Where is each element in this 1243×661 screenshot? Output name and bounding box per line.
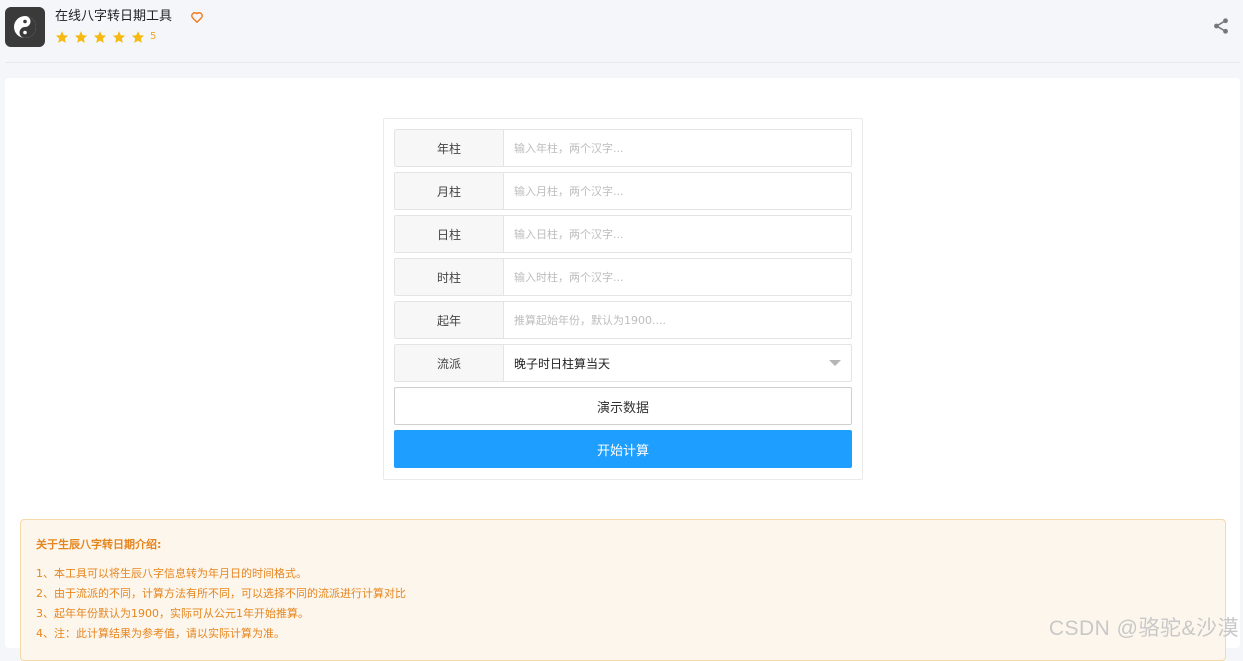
- demo-data-button[interactable]: 演示数据: [394, 387, 852, 425]
- star-icon: [112, 31, 126, 43]
- star-icon: [55, 31, 69, 43]
- year-pillar-label: 年柱: [395, 130, 504, 166]
- main-panel: 年柱 月柱 日柱 时柱 起年 流派 晚子时日柱算当天 演示数据 开始计: [5, 78, 1240, 661]
- month-pillar-input[interactable]: [504, 174, 851, 208]
- info-box: 关于生辰八字转日期介绍: 1、本工具可以将生辰八字信息转为年月日的时间格式。 2…: [20, 519, 1226, 661]
- hour-pillar-row: 时柱: [394, 258, 852, 296]
- school-row: 流派 晚子时日柱算当天: [394, 344, 852, 382]
- year-pillar-row: 年柱: [394, 129, 852, 167]
- share-icon[interactable]: [1212, 17, 1230, 35]
- info-item: 3、起年年份默认为1900，实际可从公元1年开始推算。: [36, 607, 309, 620]
- star-icon: [93, 31, 107, 43]
- info-item: 4、注：此计算结果为参考值，请以实际计算为准。: [36, 627, 285, 640]
- star-icon: [74, 31, 88, 43]
- day-pillar-input[interactable]: [504, 217, 851, 251]
- start-year-row: 起年: [394, 301, 852, 339]
- header-divider: [5, 62, 1240, 63]
- app-header: 在线八字转日期工具 5: [0, 0, 1243, 62]
- month-pillar-row: 月柱: [394, 172, 852, 210]
- bazi-form: 年柱 月柱 日柱 时柱 起年 流派 晚子时日柱算当天 演示数据 开始计: [383, 118, 863, 480]
- start-calculation-button[interactable]: 开始计算: [394, 430, 852, 468]
- school-selected-value: 晚子时日柱算当天: [514, 356, 611, 371]
- month-pillar-label: 月柱: [395, 173, 504, 209]
- start-year-input[interactable]: [504, 303, 851, 337]
- day-pillar-row: 日柱: [394, 215, 852, 253]
- day-pillar-label: 日柱: [395, 216, 504, 252]
- start-year-label: 起年: [395, 302, 504, 338]
- year-pillar-input[interactable]: [504, 131, 851, 165]
- yin-yang-icon: [14, 16, 36, 38]
- chevron-down-icon: [829, 360, 841, 366]
- info-list: 1、本工具可以将生辰八字信息转为年月日的时间格式。 2、由于流派的不同，计算方法…: [36, 564, 406, 644]
- app-logo[interactable]: [5, 7, 45, 47]
- info-item: 2、由于流派的不同，计算方法有所不同，可以选择不同的流派进行计算对比: [36, 587, 406, 600]
- info-title: 关于生辰八字转日期介绍:: [36, 538, 162, 551]
- hour-pillar-input[interactable]: [504, 260, 851, 294]
- star-icon: [131, 31, 145, 43]
- school-select[interactable]: 晚子时日柱算当天: [504, 345, 851, 381]
- info-item: 1、本工具可以将生辰八字信息转为年月日的时间格式。: [36, 567, 307, 580]
- hour-pillar-label: 时柱: [395, 259, 504, 295]
- watermark: CSDN @骆驼&沙漠: [1048, 617, 1239, 640]
- app-title: 在线八字转日期工具: [55, 9, 173, 24]
- rating-value: 5: [150, 31, 157, 42]
- school-label: 流派: [395, 345, 504, 381]
- rating-stars: 5: [55, 29, 156, 45]
- heart-outline-icon[interactable]: [190, 10, 204, 24]
